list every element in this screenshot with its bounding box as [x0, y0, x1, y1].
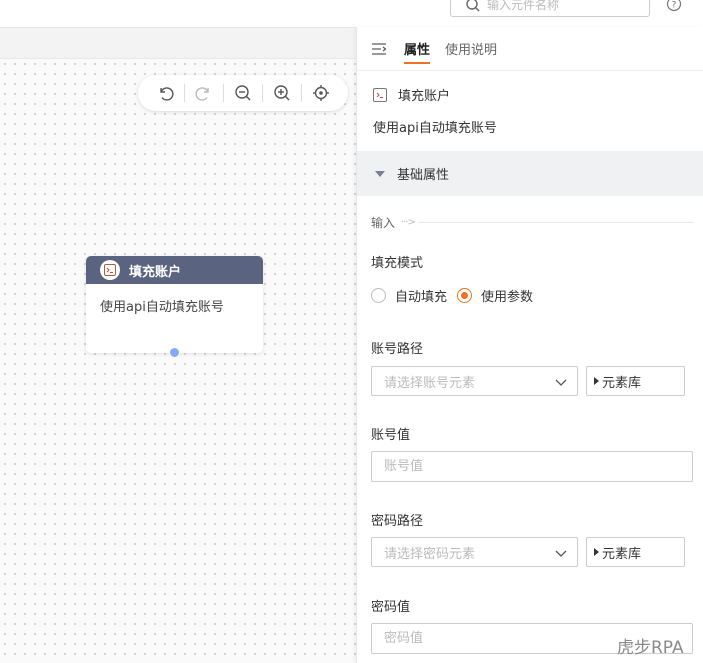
password-value-label: 密码值	[371, 600, 411, 615]
collapse-panel-icon[interactable]	[371, 41, 387, 57]
toolbar-divider	[262, 84, 263, 102]
search-icon	[466, 0, 480, 11]
section-basic-properties[interactable]: 基础属性	[357, 151, 703, 196]
component-description: 使用api自动填充账号	[373, 121, 497, 136]
account-value-label: 账号值	[371, 428, 411, 443]
radio-use-param[interactable]	[457, 288, 473, 303]
terminal-icon	[104, 264, 116, 276]
node-header: 填充账户	[86, 256, 263, 284]
input-label: 输入	[371, 216, 396, 230]
component-name: 填充账户	[398, 89, 451, 104]
zoom-in-button[interactable]	[271, 82, 293, 104]
locate-button[interactable]	[310, 82, 332, 104]
tab-properties[interactable]: 属性	[404, 27, 431, 71]
panel-tabs: 属性 使用说明	[357, 27, 703, 71]
caret-down-icon	[375, 170, 385, 177]
component-search[interactable]	[450, 0, 650, 17]
radio-auto-fill[interactable]	[371, 288, 386, 303]
search-input[interactable]	[487, 0, 637, 12]
account-element-library-button[interactable]: 元素库	[586, 366, 685, 396]
dotted-arrow-icon: ···>	[401, 217, 416, 228]
terminal-icon	[373, 87, 387, 102]
play-icon	[594, 377, 599, 385]
account-path-select[interactable]: 请选择账号元素	[371, 366, 578, 396]
redo-button[interactable]	[193, 82, 215, 104]
flow-node-fill-account[interactable]: 填充账户 使用api自动填充账号	[86, 256, 263, 358]
canvas-toolbar	[138, 75, 348, 111]
flow-canvas[interactable]: 填充账户 使用api自动填充账号	[0, 59, 356, 663]
zoom-out-icon	[235, 85, 251, 101]
node-output-port[interactable]	[169, 347, 180, 358]
password-path-label: 密码路径	[371, 514, 424, 529]
zoom-out-button[interactable]	[232, 82, 254, 104]
canvas-header-strip	[0, 27, 356, 59]
play-icon	[594, 548, 599, 556]
password-path-select[interactable]: 请选择密码元素	[371, 537, 578, 567]
divider-line	[418, 222, 693, 223]
toolbar-divider	[223, 84, 224, 102]
element-library-label: 元素库	[602, 546, 642, 562]
component-header: 填充账户	[357, 71, 703, 104]
undo-button[interactable]	[154, 82, 176, 104]
chevron-down-icon	[555, 379, 567, 386]
section-title: 基础属性	[397, 168, 450, 183]
account-value-input[interactable]	[371, 451, 693, 482]
top-bar: ?	[0, 0, 703, 27]
fill-mode-label: 填充模式	[371, 256, 424, 271]
account-path-label: 账号路径	[371, 342, 424, 357]
watermark: 虎步RPA	[617, 638, 684, 658]
node-description: 使用api自动填充账号	[100, 300, 224, 315]
properties-panel: 属性 使用说明 填充账户 使用api自动填充账号 基础属性 输入 ···> 填充…	[356, 27, 703, 663]
chevron-down-icon	[555, 550, 567, 557]
fill-mode-radio-group: 自动填充 使用参数	[371, 286, 543, 305]
radio-use-param-label[interactable]: 使用参数	[481, 286, 533, 305]
redo-icon	[195, 87, 209, 101]
password-element-library-button[interactable]: 元素库	[586, 537, 685, 567]
crosshair-icon	[313, 85, 329, 101]
select-placeholder: 请选择密码元素	[384, 546, 476, 562]
undo-icon	[160, 87, 174, 101]
select-placeholder: 请选择账号元素	[384, 375, 476, 391]
toolbar-divider	[184, 84, 185, 102]
node-icon	[100, 260, 120, 280]
zoom-in-icon	[274, 85, 290, 101]
radio-auto-fill-label[interactable]: 自动填充	[395, 286, 447, 305]
node-title: 填充账户	[129, 264, 182, 280]
tab-usage[interactable]: 使用说明	[445, 27, 497, 71]
help-icon[interactable]: ?	[666, 0, 682, 12]
input-divider: 输入 ···>	[371, 214, 693, 231]
toolbar-divider	[301, 84, 302, 102]
element-library-label: 元素库	[602, 375, 642, 391]
svg-text:?: ?	[672, 1, 677, 11]
